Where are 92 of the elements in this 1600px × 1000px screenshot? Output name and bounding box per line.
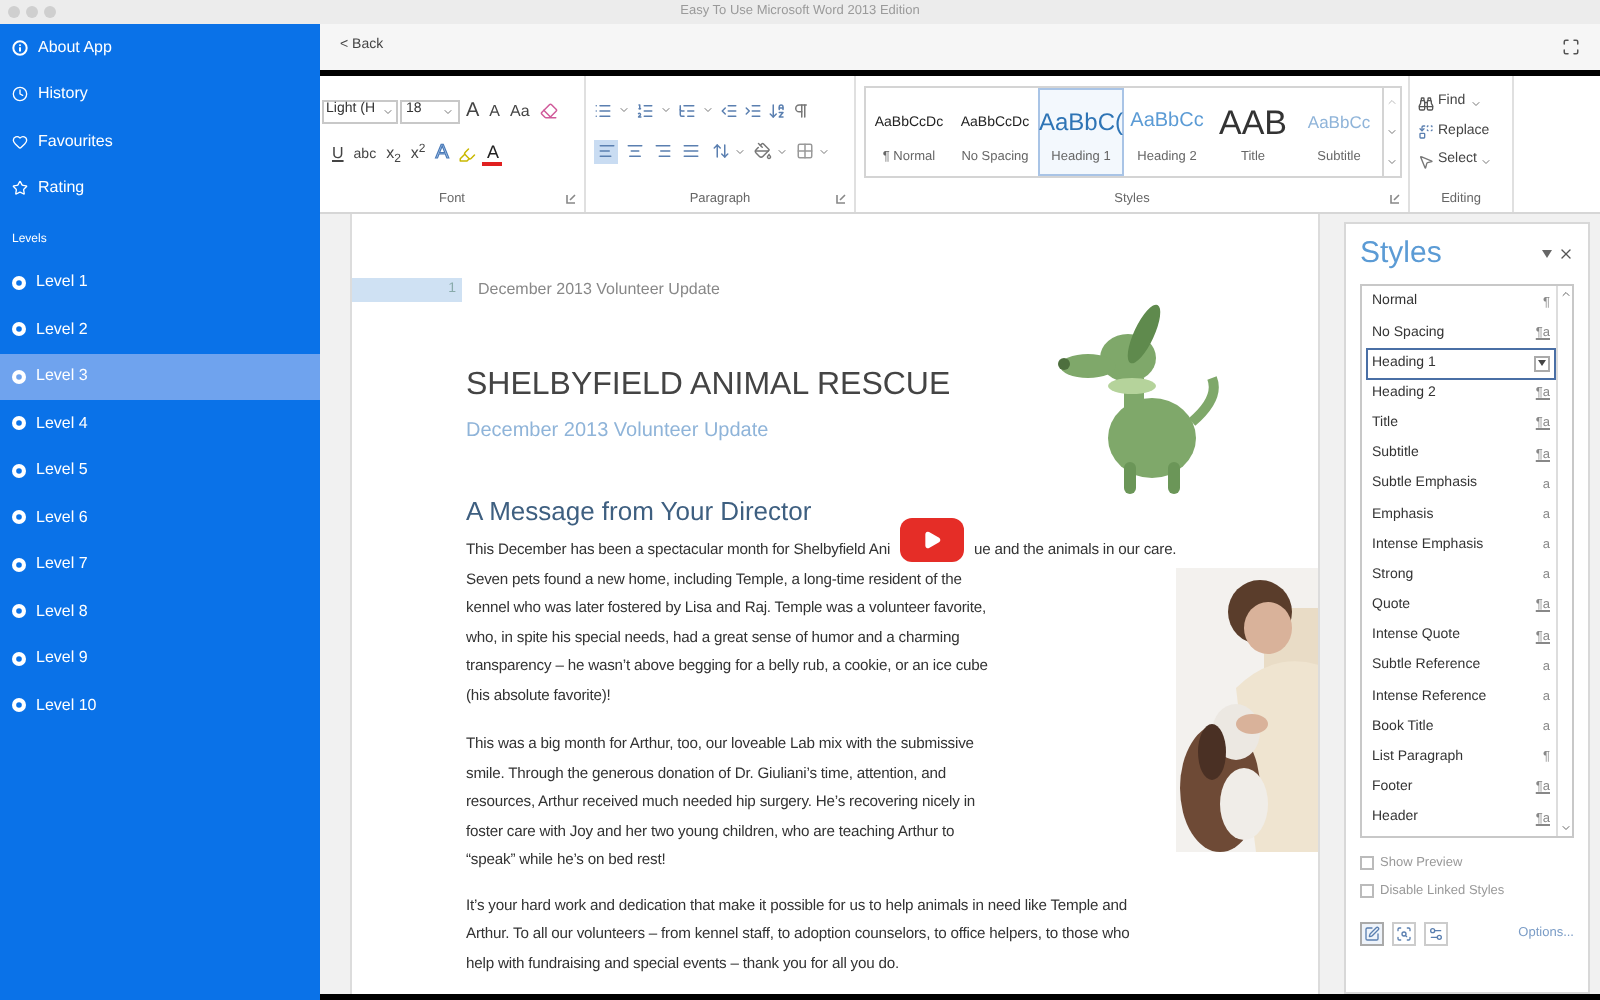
- borders-icon[interactable]: [796, 142, 814, 161]
- dropdown-icon[interactable]: [1542, 250, 1552, 258]
- align-center-icon: [625, 142, 643, 161]
- caret-icon[interactable]: [702, 104, 714, 117]
- level-item[interactable]: Level 9: [0, 635, 320, 682]
- replace-icon: [1418, 124, 1434, 141]
- expand-icon[interactable]: [1562, 38, 1580, 56]
- level-item[interactable]: Level 6: [0, 494, 320, 541]
- caret-icon[interactable]: [382, 105, 394, 118]
- pilcrow-icon[interactable]: [792, 101, 810, 120]
- level-icon: [12, 557, 26, 572]
- caret-icon[interactable]: [442, 105, 454, 118]
- close-icon[interactable]: [1558, 246, 1574, 262]
- grow-font-button[interactable]: A: [462, 101, 484, 122]
- level-icon: [12, 275, 26, 290]
- launcher-icon[interactable]: [836, 194, 846, 205]
- caret-icon[interactable]: [776, 145, 788, 158]
- video-play-button[interactable]: [900, 517, 965, 562]
- sidebar-item[interactable]: History: [0, 71, 320, 118]
- level-icon: [12, 369, 26, 384]
- binoculars-icon: [1418, 95, 1434, 112]
- scroll-down-icon[interactable]: [1386, 126, 1398, 139]
- info-icon: [12, 39, 28, 56]
- clock-icon: [12, 86, 28, 103]
- sidebar-item[interactable]: Favourites: [0, 118, 320, 165]
- level-item[interactable]: Level 4: [0, 400, 320, 447]
- increase-indent-icon[interactable]: [744, 101, 762, 120]
- sliders-icon: [1428, 925, 1444, 941]
- pointer-icon: [1418, 153, 1434, 170]
- change-case-button[interactable]: Aa: [506, 103, 534, 120]
- level-item[interactable]: Level 7: [0, 541, 320, 588]
- shrink-font-button[interactable]: A: [485, 103, 505, 120]
- align-left-icon: [597, 142, 615, 161]
- line-spacing-icon[interactable]: [712, 142, 730, 161]
- document-subtitle: December 2013 Volunteer Update: [466, 418, 771, 444]
- script-button[interactable]: x$^{2}$: [406, 146, 430, 163]
- paint-bucket-icon[interactable]: [754, 142, 772, 161]
- style-inspector-button[interactable]: [1392, 921, 1416, 945]
- launcher-icon[interactable]: [1390, 194, 1400, 205]
- heart-icon: [12, 133, 28, 150]
- dropdown-button[interactable]: [1534, 355, 1550, 372]
- level-item[interactable]: Level 5: [0, 447, 320, 494]
- document-title: SHELBYFIELD ANIMAL RESCUE: [466, 366, 953, 406]
- star-icon: [12, 180, 28, 197]
- align-right-icon: [653, 142, 671, 161]
- sidebar-item[interactable]: About App: [0, 24, 320, 71]
- launcher-icon[interactable]: [566, 194, 576, 205]
- bullets-icon[interactable]: [594, 101, 612, 120]
- script-button[interactable]: x$_{2}$: [382, 146, 405, 163]
- page-header: December 2013 Volunteer Update: [478, 278, 720, 302]
- align-button[interactable]: [594, 139, 618, 164]
- play-icon: [922, 529, 943, 550]
- sort-icon[interactable]: [768, 101, 786, 120]
- font-color-button[interactable]: A: [482, 143, 503, 166]
- scroll-down-icon[interactable]: [1559, 822, 1571, 834]
- align-justify-icon: [681, 142, 699, 161]
- level-icon: [12, 322, 26, 337]
- manage-styles-button[interactable]: [1424, 921, 1448, 945]
- caret-icon: [1538, 360, 1546, 367]
- level-icon: [12, 651, 26, 666]
- highlighter-icon[interactable]: [458, 145, 477, 164]
- caret-icon[interactable]: [1469, 97, 1482, 110]
- caret-icon[interactable]: [618, 104, 630, 117]
- caret-icon[interactable]: [660, 104, 672, 117]
- level-item[interactable]: Level 8: [0, 588, 320, 635]
- pen-icon: [1364, 925, 1380, 941]
- level-item[interactable]: Level 10: [0, 682, 320, 729]
- caret-icon[interactable]: [734, 145, 746, 158]
- level-icon: [12, 463, 26, 478]
- underline-button[interactable]: U: [328, 146, 348, 163]
- new-style-button[interactable]: [1360, 921, 1384, 945]
- scroll-bar[interactable]: [1556, 286, 1572, 836]
- multilevel-list-icon[interactable]: [678, 101, 696, 120]
- scroll-up-icon[interactable]: [1559, 288, 1571, 300]
- level-icon: [12, 604, 26, 619]
- level-icon: [12, 510, 26, 525]
- checkbox[interactable]: [1360, 856, 1374, 871]
- checkbox[interactable]: [1360, 884, 1374, 899]
- search-icon: [1396, 925, 1412, 941]
- section-heading: A Message from Your Director: [466, 494, 814, 530]
- pane-title: Styles: [1360, 233, 1442, 274]
- level-icon: [12, 698, 26, 713]
- caret-icon[interactable]: [818, 145, 830, 158]
- level-item[interactable]: Level 2: [0, 306, 320, 353]
- more-icon[interactable]: [1386, 155, 1398, 168]
- eraser-icon[interactable]: [539, 102, 558, 121]
- level-item[interactable]: Level 1: [0, 259, 320, 306]
- caret-icon[interactable]: [1480, 155, 1493, 168]
- level-icon: [12, 416, 26, 431]
- sidebar-item[interactable]: Rating: [0, 165, 320, 212]
- decrease-indent-icon[interactable]: [720, 101, 738, 120]
- numbering-icon[interactable]: [636, 101, 654, 120]
